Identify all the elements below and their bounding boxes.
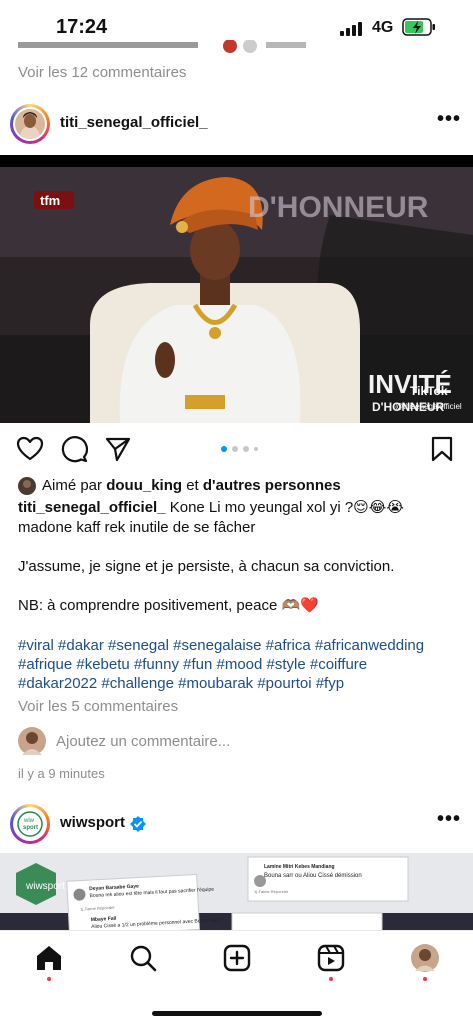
banner-top: D'HONNEUR bbox=[248, 191, 429, 224]
view-all-comments[interactable]: Voir les 5 commentaires bbox=[18, 698, 178, 715]
tiktok-handle: @titisenegalofficiel bbox=[395, 402, 462, 411]
likes-prefix: Aimé par bbox=[42, 477, 107, 494]
cellular-signal-icon bbox=[340, 22, 362, 36]
home-notification-dot bbox=[47, 977, 51, 981]
battery-charging-icon bbox=[402, 18, 435, 36]
carousel-dot bbox=[243, 446, 249, 452]
post-username[interactable]: titi_senegal_officiel_ bbox=[60, 114, 208, 131]
home-icon[interactable] bbox=[34, 943, 64, 973]
add-comment-row[interactable]: Ajoutez un commentaire... bbox=[18, 727, 458, 757]
bottom-navigation bbox=[0, 930, 473, 1024]
previous-post-view-comments[interactable]: Voir les 12 commentaires bbox=[18, 64, 186, 81]
video-frame: D'HONNEUR INVITÉ D'HONNEUR tfm TikTok @t… bbox=[0, 155, 473, 423]
post-time-ago: il y a 9 minutes bbox=[18, 766, 105, 781]
home-indicator bbox=[152, 1011, 322, 1016]
media-comment-1-text: Bouna sarr ou Aliou Cissé démission bbox=[264, 873, 362, 879]
like-heart-icon[interactable] bbox=[16, 435, 44, 463]
profile-notification-dot bbox=[423, 977, 427, 981]
search-icon[interactable] bbox=[128, 943, 158, 973]
caption-line-3: J'assume, je signe et je persiste, à cha… bbox=[18, 558, 395, 575]
carousel-indicator bbox=[221, 446, 261, 452]
media-comment-1-name: Lamine Mitri Kebes Mandiang bbox=[264, 864, 335, 870]
next-post-username[interactable]: wiwsport bbox=[60, 814, 125, 831]
channel-logo: tfm bbox=[40, 193, 60, 208]
add-comment-input[interactable]: Ajoutez un commentaire... bbox=[56, 733, 230, 750]
liker-username[interactable]: douu_king bbox=[106, 477, 182, 494]
next-post-more-options-icon[interactable]: ••• bbox=[437, 809, 460, 832]
caption-author[interactable]: titi_senegal_officiel_ bbox=[18, 499, 166, 516]
post-actions bbox=[0, 432, 473, 466]
save-bookmark-icon[interactable] bbox=[428, 435, 456, 463]
story-ring[interactable]: wiw sport bbox=[10, 804, 50, 844]
caption-line-4: NB: à comprendre positivement, peace 🫶🏽❤… bbox=[18, 597, 319, 614]
next-post-header: wiw sport wiwsport ••• bbox=[0, 800, 473, 850]
hashtags-line-1[interactable]: #viral #dakar #senegal #senegalaise #afr… bbox=[18, 636, 424, 656]
likes-others[interactable]: d'autres personnes bbox=[203, 477, 341, 494]
caption-text-1: Kone Li mo yeungal xol yi ?😌😂😭 bbox=[165, 499, 404, 516]
svg-text:sport: sport bbox=[23, 825, 38, 831]
story-ring[interactable] bbox=[10, 104, 50, 144]
liker-avatar bbox=[18, 477, 36, 495]
svg-text:wiw: wiw bbox=[23, 818, 35, 824]
carousel-dot-active bbox=[221, 446, 227, 452]
avatar bbox=[15, 109, 45, 139]
likes-connector: et bbox=[182, 477, 203, 494]
hashtags-line-3[interactable]: #dakar2022 #challenge #moubarak #pourtoi… bbox=[18, 674, 344, 694]
profile-avatar[interactable] bbox=[410, 943, 440, 973]
hashtags-line-2[interactable]: #afrique #kebetu #funny #fun #mood #styl… bbox=[18, 655, 367, 675]
caption-line-1: titi_senegal_officiel_ Kone Li mo yeunga… bbox=[18, 498, 404, 518]
tiktok-watermark: TikTok bbox=[410, 384, 448, 398]
verified-badge-icon bbox=[130, 816, 146, 832]
comment-icon[interactable] bbox=[60, 435, 88, 463]
share-paper-plane-icon[interactable] bbox=[104, 435, 132, 463]
wiwsport-avatar: wiw sport bbox=[15, 809, 45, 839]
post-header: titi_senegal_officiel_ ••• bbox=[0, 100, 473, 150]
carousel-dot bbox=[254, 447, 258, 451]
create-post-icon[interactable] bbox=[222, 943, 252, 973]
own-avatar bbox=[18, 727, 46, 755]
previous-post-cutoff bbox=[18, 40, 458, 54]
more-options-icon[interactable]: ••• bbox=[437, 109, 460, 132]
media-comment-1-actions: 1j J'aime Répondre bbox=[254, 889, 289, 894]
status-time: 17:24 bbox=[56, 16, 108, 38]
post-video[interactable]: D'HONNEUR INVITÉ D'HONNEUR tfm TikTok @t… bbox=[0, 155, 473, 423]
carousel-dot bbox=[232, 446, 238, 452]
next-post-media[interactable]: wiwsport Deyan Baraabe Gaye Bouna rek al… bbox=[0, 853, 473, 930]
reels-icon[interactable] bbox=[316, 943, 346, 973]
network-type: 4G bbox=[372, 19, 394, 36]
wiwsport-logo-text: wiwsport bbox=[25, 881, 65, 892]
caption-line-2: madone kaff rek inutile de se fâcher bbox=[18, 519, 256, 536]
reels-notification-dot bbox=[329, 977, 333, 981]
likes-line: Aimé par douu_king et d'autres personnes bbox=[18, 476, 341, 496]
next-post-image: wiwsport Deyan Baraabe Gaye Bouna rek al… bbox=[0, 853, 473, 930]
